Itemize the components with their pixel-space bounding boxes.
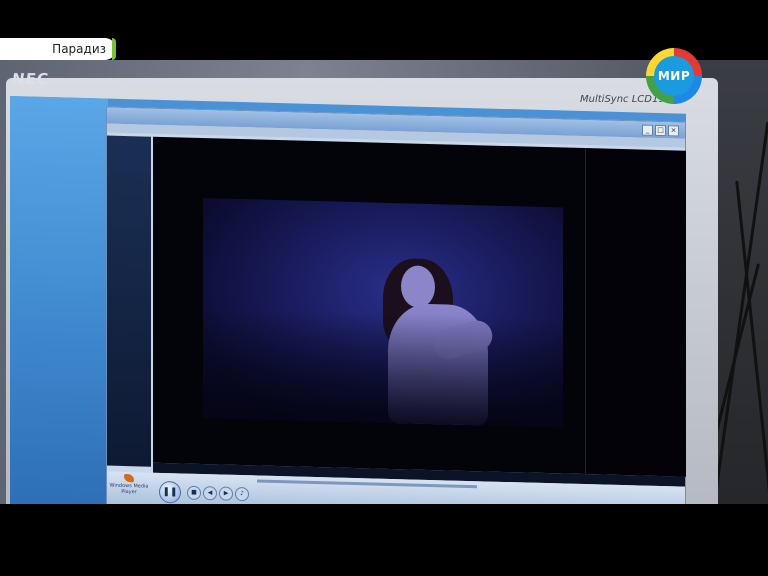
wmp-logo-icon <box>124 473 134 483</box>
task-item[interactable] <box>110 282 148 297</box>
playlist-pane <box>585 148 686 477</box>
stop-button[interactable]: ■ <box>187 485 201 501</box>
seek-bar[interactable] <box>257 479 477 489</box>
mute-button[interactable]: ♪ <box>235 486 249 502</box>
task-item[interactable] <box>110 262 148 277</box>
close-button[interactable]: × <box>668 124 679 137</box>
player-task-pane <box>107 135 151 467</box>
desktop-background <box>10 96 108 507</box>
task-item[interactable] <box>110 182 148 197</box>
task-item[interactable] <box>110 242 148 257</box>
task-item[interactable] <box>110 162 148 177</box>
show-title-accent <box>112 38 116 60</box>
media-player-window[interactable]: _ □ × Windows Media Player ❚❚ ■ ◀ ▶ ♪ <box>106 106 686 522</box>
task-item[interactable] <box>110 222 148 237</box>
video-viewer[interactable] <box>153 136 585 475</box>
monitor-brand: NEC <box>10 70 51 88</box>
previous-button[interactable]: ◀ <box>203 486 217 501</box>
channel-logo-text: МИР <box>657 69 691 83</box>
next-button[interactable]: ▶ <box>219 486 233 501</box>
player-logo-text: Windows Media Player <box>109 482 149 496</box>
minimize-button[interactable]: _ <box>642 124 653 136</box>
channel-logo: МИР <box>646 48 702 104</box>
figure-face <box>401 265 435 309</box>
video-frame: NEC MultiSync LCD1970 _ □ × Windows Medi… <box>0 0 768 576</box>
video-shadow <box>203 308 563 428</box>
task-item[interactable] <box>110 202 148 217</box>
video-content <box>203 198 563 428</box>
playlist-header <box>586 148 686 155</box>
monitor-screen: _ □ × Windows Media Player ❚❚ ■ ◀ ▶ ♪ <box>10 96 686 522</box>
pause-button[interactable]: ❚❚ <box>159 480 181 504</box>
show-title: Парадиз <box>52 42 106 56</box>
letterbox-bottom <box>0 504 768 576</box>
maximize-button[interactable]: □ <box>655 124 666 136</box>
show-title-tag: Парадиз <box>0 38 116 60</box>
channel-logo-center: МИР <box>654 56 694 96</box>
task-item[interactable] <box>110 142 148 157</box>
window-controls: _ □ × <box>642 124 679 137</box>
playlist-footer <box>590 468 682 470</box>
player-logo: Windows Media Player <box>109 473 149 496</box>
